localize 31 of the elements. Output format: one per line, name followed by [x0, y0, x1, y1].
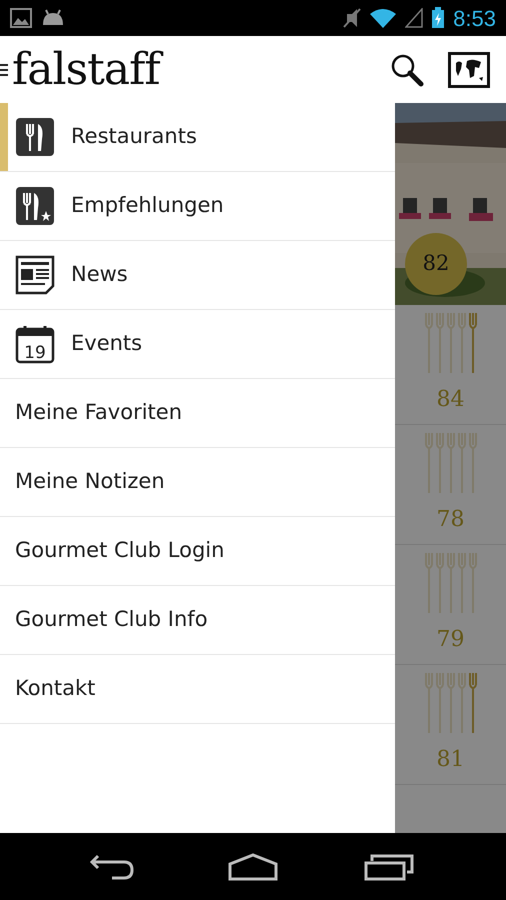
drawer-item[interactable]: Restaurants [0, 103, 395, 172]
newspaper-icon [15, 255, 55, 295]
home-icon [226, 852, 279, 880]
image-notification-icon [10, 8, 32, 28]
drawer-item[interactable]: Gourmet Club Login [0, 517, 395, 586]
mute-icon [343, 8, 362, 28]
drawer-item[interactable]: 19 Events [0, 310, 395, 379]
drawer-item[interactable]: Empfehlungen [0, 172, 395, 241]
menu-icon [0, 62, 8, 76]
drawer-item[interactable]: News [0, 241, 395, 310]
drawer-item[interactable]: Kontakt [0, 655, 395, 724]
battery-charging-icon [431, 7, 446, 29]
android-icon [40, 9, 66, 27]
world-map-icon [448, 52, 490, 88]
drawer-item[interactable]: Meine Favoriten [0, 379, 395, 448]
recent-apps-button[interactable] [364, 852, 416, 880]
map-button[interactable] [448, 52, 490, 88]
score-text: 79 [436, 626, 464, 654]
clock-time: 8:53 [453, 4, 496, 32]
signal-icon [405, 8, 424, 28]
search-icon [390, 52, 424, 86]
score-text: 81 [436, 746, 464, 774]
fork-knife-icon [15, 117, 55, 157]
drawer-item[interactable]: Meine Notizen [0, 448, 395, 517]
score-text: 84 [436, 386, 464, 414]
wifi-icon [369, 8, 398, 28]
home-button[interactable] [226, 852, 279, 880]
recent-apps-icon [364, 852, 416, 880]
score-text: 78 [436, 506, 464, 534]
drawer-item[interactable]: Gourmet Club Info [0, 586, 395, 655]
search-button[interactable] [390, 52, 424, 86]
